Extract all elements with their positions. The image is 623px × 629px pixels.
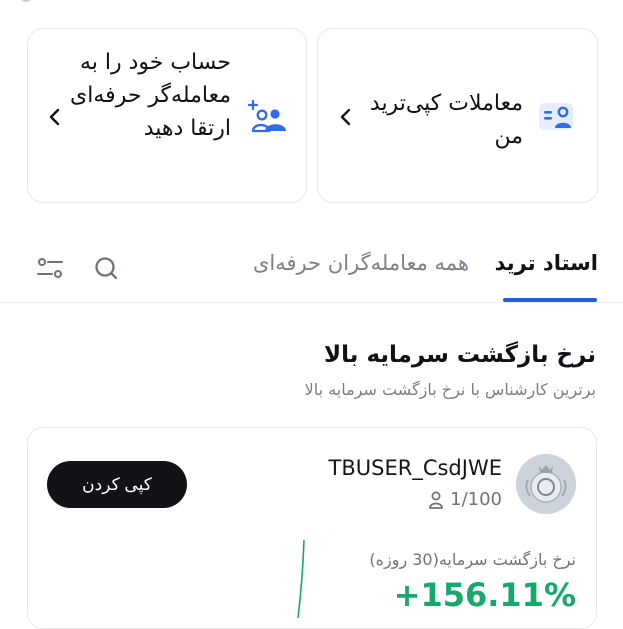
- roi-sparkline: [297, 539, 305, 618]
- copy-trade-user-icon: [539, 103, 573, 130]
- my-copy-trades-label: معاملات کپی‌ترید من: [369, 91, 523, 149]
- trader-tabs: استاد ترید همه معامله‌گران حرفه‌ای: [0, 245, 623, 303]
- followers-count: 1/100: [428, 489, 502, 510]
- followers-value: 1/100: [450, 489, 502, 510]
- chevron-left-icon: [340, 108, 351, 126]
- upgrade-to-pro-label: حساب خود را به معامله‌گر حرفه‌ای ارتقا د…: [70, 50, 231, 141]
- tab-all-pro-traders[interactable]: همه معامله‌گران حرفه‌ای: [253, 251, 469, 275]
- user-icon: [429, 491, 444, 509]
- search-icon[interactable]: [92, 254, 120, 282]
- top-edge-fragment: [20, 0, 32, 2]
- roi-label: نرخ بازگشت سرمایه(30 روزه): [369, 550, 576, 569]
- tab-master-trade[interactable]: استاد ترید: [495, 251, 598, 275]
- upgrade-to-pro-card[interactable]: حساب خود را به معامله‌گر حرفه‌ای ارتقا د…: [27, 28, 307, 203]
- section-title: نرخ بازگشت سرمایه بالا: [324, 342, 596, 368]
- avatar: [516, 454, 576, 514]
- add-users-icon: [248, 99, 286, 133]
- trader-name[interactable]: TBUSER_CsdJWE: [329, 456, 502, 480]
- my-copy-trades-card[interactable]: معاملات کپی‌ترید من: [317, 28, 598, 203]
- tabs-divider: [0, 302, 623, 303]
- copy-button[interactable]: کپی کردن: [47, 461, 187, 508]
- filter-icon[interactable]: [36, 254, 64, 282]
- chevron-left-icon: [49, 108, 60, 126]
- avatar-emblem-icon: [516, 454, 576, 514]
- roi-value: +156.11%: [393, 576, 576, 614]
- trader-card[interactable]: TBUSER_CsdJWE 1/100 کپی کردن نرخ بازگشت …: [27, 427, 597, 629]
- section-subtitle: برترین کارشناس با نرخ بازگشت سرمایه بالا: [304, 380, 596, 399]
